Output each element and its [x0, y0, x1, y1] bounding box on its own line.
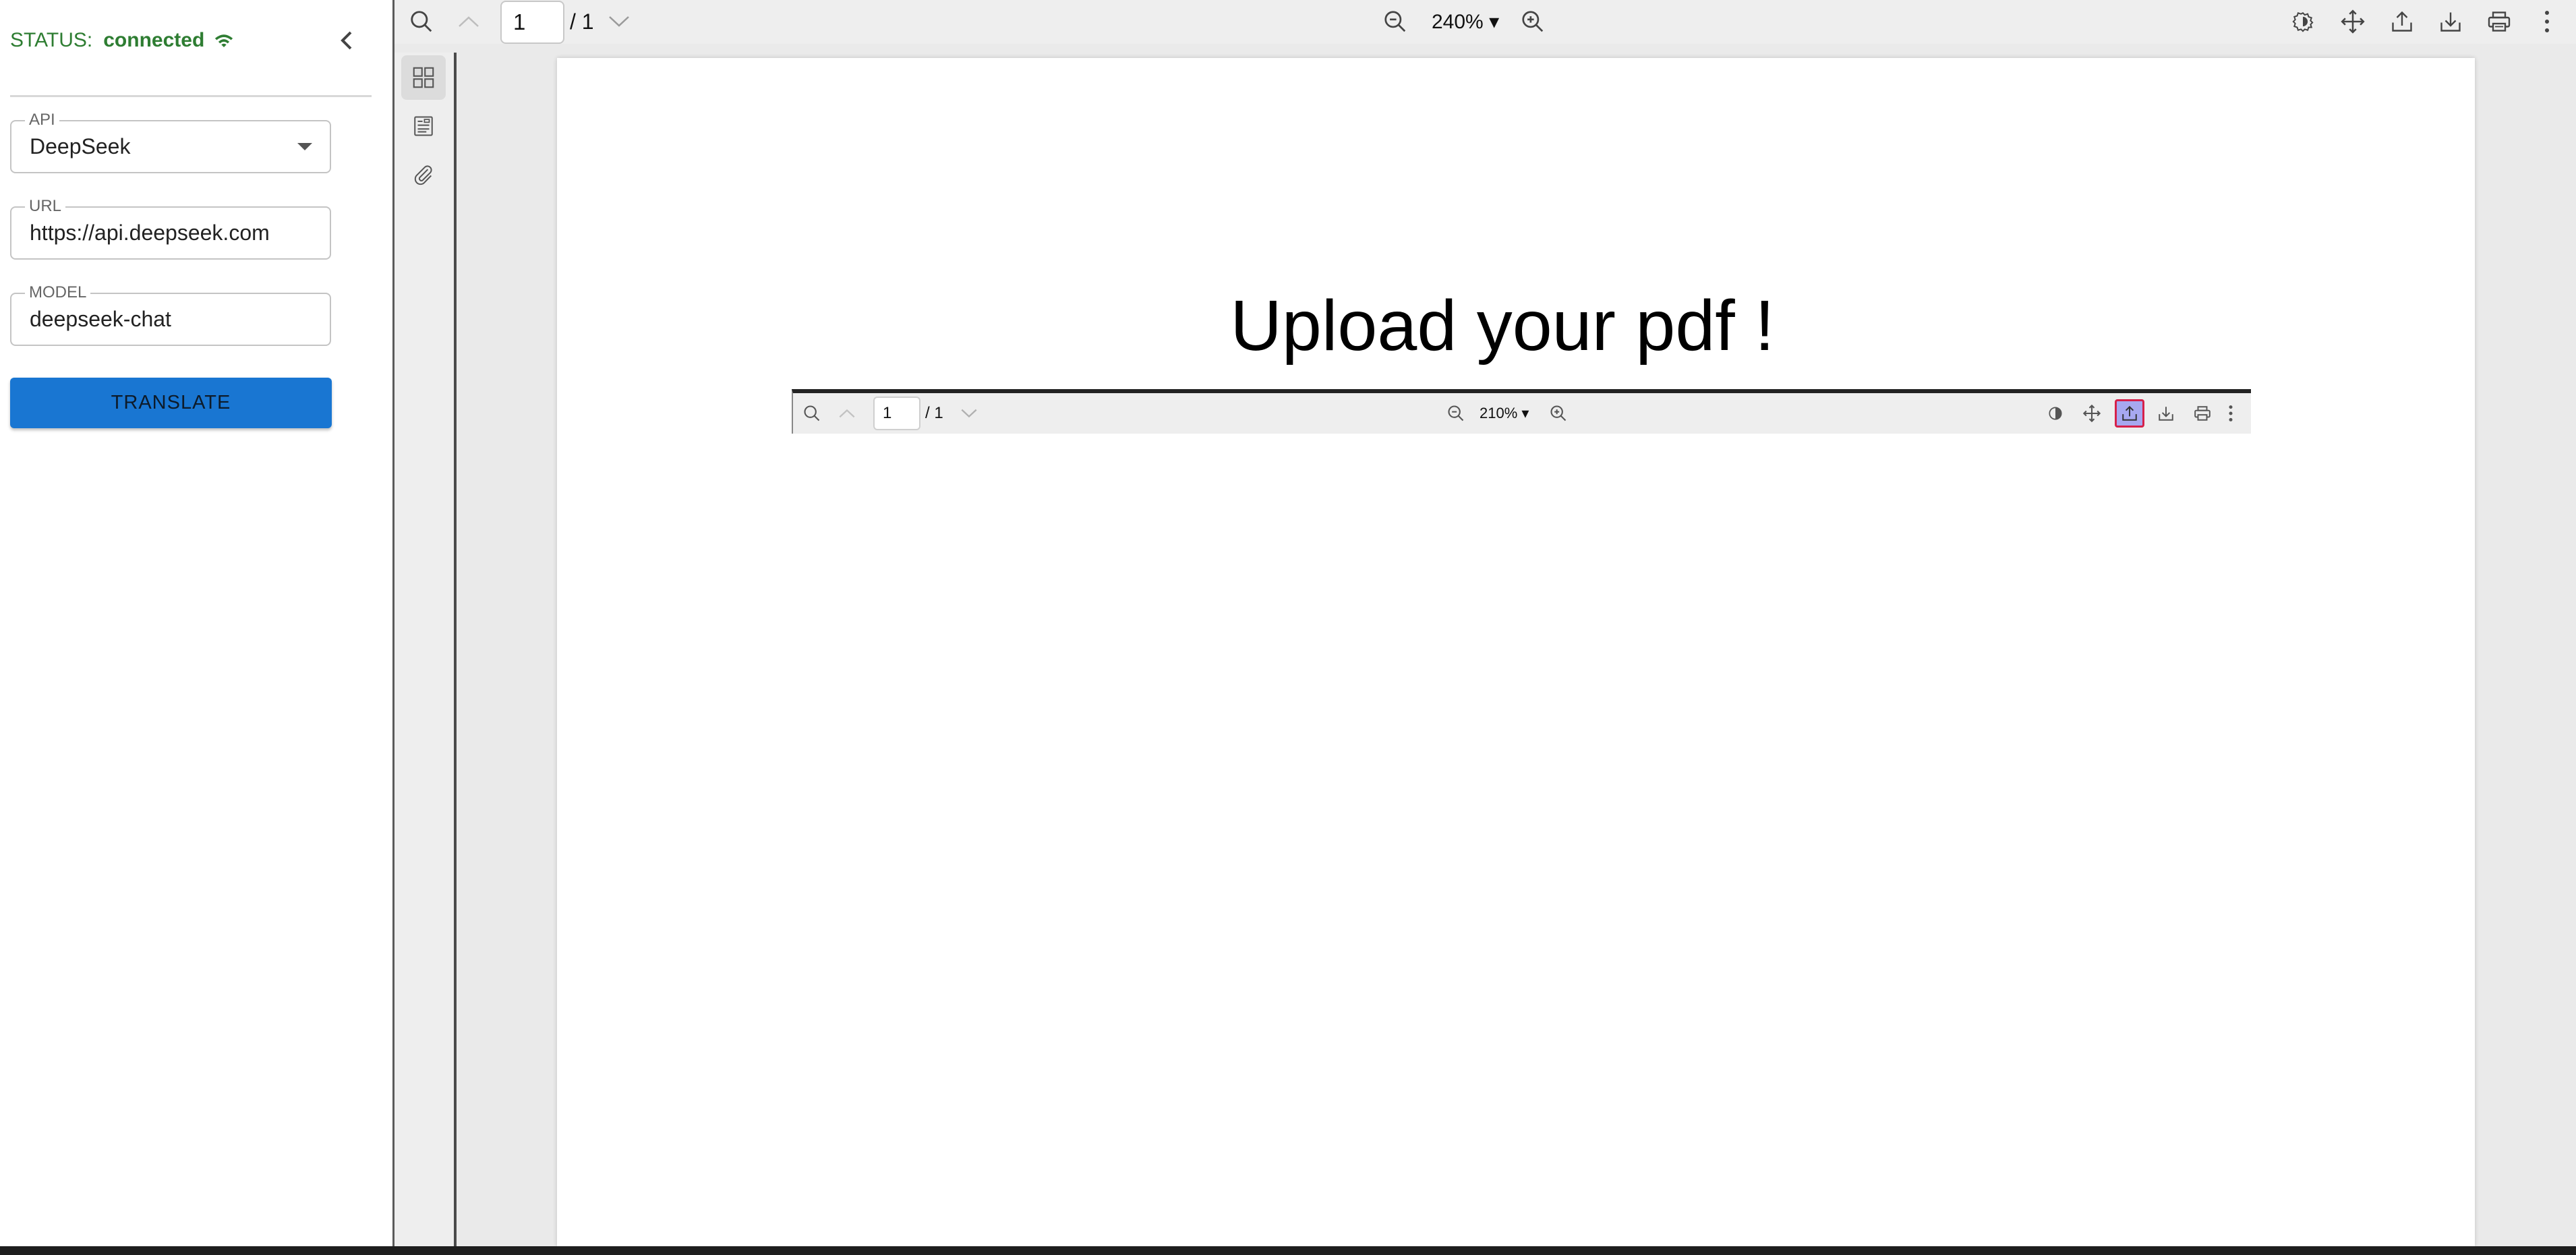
- pan-icon: [2080, 401, 2104, 426]
- zoom-select[interactable]: 240% ▾: [1432, 0, 1499, 44]
- document-area: Upload your pdf ! 1 / 1 210% ▾: [457, 53, 2576, 1246]
- print-icon: [2190, 401, 2215, 426]
- attachment-icon[interactable]: [401, 152, 446, 197]
- page-heading: Upload your pdf !: [557, 285, 2475, 367]
- status-label: STATUS:: [10, 29, 93, 51]
- settings-panel: STATUS: connected API DeepSeek URL https…: [0, 0, 392, 1246]
- embedded-page-total: / 1: [925, 404, 943, 422]
- download-icon[interactable]: [2436, 7, 2465, 36]
- api-value: DeepSeek: [30, 134, 131, 158]
- translate-button[interactable]: TRANSLATE: [10, 378, 332, 428]
- url-value: https://api.deepseek.com: [30, 221, 270, 245]
- outline-icon[interactable]: [401, 104, 446, 148]
- search-icon: [800, 401, 824, 426]
- zoom-in-icon: [1546, 401, 1571, 426]
- collapse-panel-button[interactable]: [334, 27, 359, 54]
- window-bottom-edge: [0, 1246, 2576, 1255]
- url-field[interactable]: URL https://api.deepseek.com: [10, 196, 331, 260]
- zoom-out-icon[interactable]: [1380, 7, 1410, 36]
- model-field[interactable]: MODEL deepseek-chat: [10, 283, 331, 346]
- page-total: / 1: [570, 9, 594, 34]
- upload-icon: [2117, 401, 2142, 426]
- print-icon[interactable]: [2484, 7, 2514, 36]
- page-number-input[interactable]: 1: [500, 1, 564, 44]
- next-page-icon: [957, 401, 981, 426]
- download-icon: [2154, 401, 2178, 426]
- next-page-icon[interactable]: [606, 8, 633, 35]
- pdf-page: Upload your pdf ! 1 / 1 210% ▾: [557, 58, 2475, 1246]
- dropdown-arrow-icon: [297, 143, 312, 150]
- embedded-page-input: 1: [873, 397, 920, 430]
- theme-icon: [2043, 401, 2068, 426]
- thumbnails-icon[interactable]: [401, 55, 446, 100]
- wifi-icon: [215, 34, 233, 47]
- status-value: connected: [103, 29, 205, 51]
- theme-icon[interactable]: [2289, 8, 2316, 35]
- viewer-sidebar: [394, 53, 454, 1246]
- pan-icon[interactable]: [2338, 7, 2368, 36]
- upload-icon[interactable]: [2387, 7, 2417, 36]
- viewer-toolbar: 1 / 1 240% ▾: [394, 0, 2576, 44]
- status-indicator: STATUS: connected: [10, 26, 234, 55]
- embedded-toolbar-image: 1 / 1 210% ▾: [792, 389, 2251, 434]
- zoom-in-icon[interactable]: [1518, 7, 1548, 36]
- previous-page-icon: [835, 401, 859, 426]
- page-heading-text: Upload your pdf !: [1230, 286, 1775, 366]
- api-select[interactable]: API DeepSeek: [10, 110, 331, 173]
- more-vertical-icon[interactable]: [2539, 7, 2555, 36]
- more-vertical-icon: [2224, 401, 2237, 426]
- model-value: deepseek-chat: [30, 307, 171, 331]
- chevron-left-icon: [341, 31, 352, 50]
- zoom-out-icon: [1444, 401, 1468, 426]
- embedded-zoom: 210% ▾: [1480, 405, 1529, 421]
- pdf-viewer: 1 / 1 240% ▾ Upload your pdf ! 1 / 1 210…: [394, 0, 2576, 1246]
- panel-divider: [10, 95, 372, 97]
- previous-page-icon[interactable]: [455, 8, 482, 35]
- search-icon[interactable]: [407, 7, 436, 36]
